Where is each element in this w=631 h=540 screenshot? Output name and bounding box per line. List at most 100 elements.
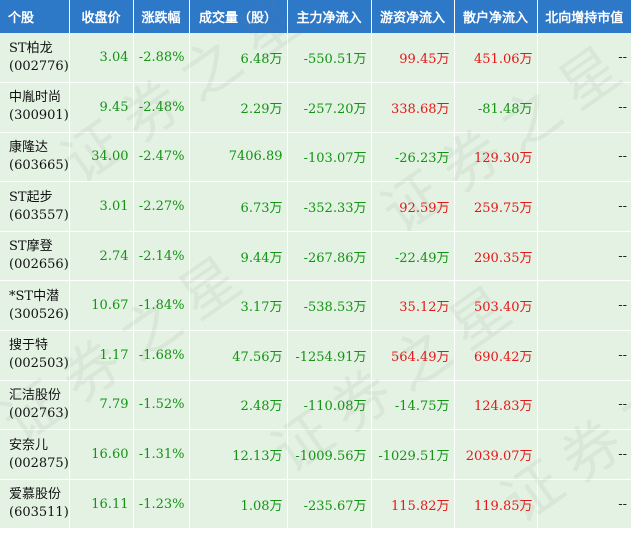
stock-name-cell[interactable]: ST摩登 (002656) xyxy=(0,231,70,282)
stock-name-cell[interactable]: 安奈儿 (002875) xyxy=(0,429,70,480)
retail-inflow-cell: 259.75万 xyxy=(454,181,538,232)
hot-money-cell: -22.49万 xyxy=(371,231,455,282)
retail-inflow-cell: 290.35万 xyxy=(454,231,538,282)
volume-cell: 1.08万 xyxy=(189,479,288,530)
hot-money-cell: 115.82万 xyxy=(371,479,455,530)
stock-name-cell[interactable]: 中胤时尚 (300901) xyxy=(0,82,70,133)
retail-inflow-cell: 503.40万 xyxy=(454,280,538,332)
table-row[interactable]: 爱慕股份 (603511) 16.11 -1.23% 1.08万 -235.67万 115.… xyxy=(0,479,631,530)
stock-name: 汇洁股份 xyxy=(9,387,62,403)
stock-name: ST柏龙 xyxy=(9,40,53,56)
change-pct-cell: -2.48% xyxy=(133,82,190,133)
stock-name: 中胤时尚 xyxy=(9,90,62,106)
northbound-cell: -- xyxy=(537,181,631,232)
fund-flow-table-panel: 个股 收盘价 涨跌幅 成交量（股） 主力净流入 游资净流入 散户净流入 北向增持… xyxy=(0,0,631,540)
change-pct-cell: -1.23% xyxy=(133,479,190,530)
table-row[interactable]: 汇洁股份 (002763) 7.79 -1.52% 2.48万 -110.08万 -14.7… xyxy=(0,380,631,431)
change-pct-cell: -2.27% xyxy=(133,181,190,232)
stock-code: (603511) xyxy=(9,505,69,521)
retail-inflow-cell: 451.06万 xyxy=(454,33,538,84)
main-inflow-cell: -103.07万 xyxy=(287,132,372,183)
hot-money-cell: -14.75万 xyxy=(371,380,455,431)
close-price-cell: 34.00 xyxy=(69,132,134,183)
table-row[interactable]: 搜于特 (002503) 1.17 -1.68% 47.56万 -1254.91万 564.… xyxy=(0,330,631,381)
retail-inflow-cell: 124.83万 xyxy=(454,380,538,431)
main-inflow-cell: -1009.56万 xyxy=(287,429,372,480)
change-pct-cell: -2.47% xyxy=(133,132,190,183)
hot-money-cell: 35.12万 xyxy=(371,280,455,332)
main-inflow-cell: -538.53万 xyxy=(287,280,372,332)
fund-flow-table: 个股 收盘价 涨跌幅 成交量（股） 主力净流入 游资净流入 散户净流入 北向增持… xyxy=(0,0,631,530)
header-hot-money-inflow[interactable]: 游资净流入 xyxy=(371,0,455,33)
stock-name: 搜于特 xyxy=(9,338,49,354)
stock-name-cell[interactable]: *ST中潜 (300526) xyxy=(0,280,70,332)
volume-cell: 3.17万 xyxy=(189,280,288,332)
stock-code: (002776) xyxy=(9,58,69,74)
table-row[interactable]: 中胤时尚 (300901) 9.45 -2.48% 2.29万 -257.20万 338.6… xyxy=(0,82,631,133)
table-row[interactable]: 安奈儿 (002875) 16.60 -1.31% 12.13万 -1009.56万 -10… xyxy=(0,429,631,480)
stock-name-cell[interactable]: 爱慕股份 (603511) xyxy=(0,479,70,530)
header-volume[interactable]: 成交量（股） xyxy=(189,0,288,33)
close-price-cell: 7.79 xyxy=(69,380,134,431)
stock-code: (603557) xyxy=(9,207,69,223)
header-close-price[interactable]: 收盘价 xyxy=(69,0,134,33)
retail-inflow-cell: 2039.07万 xyxy=(454,429,538,480)
change-pct-cell: -1.68% xyxy=(133,330,190,381)
northbound-cell: -- xyxy=(537,330,631,381)
volume-cell: 2.29万 xyxy=(189,82,288,133)
stock-name-cell[interactable]: ST起步 (603557) xyxy=(0,181,70,232)
close-price-cell: 10.67 xyxy=(69,280,134,332)
change-pct-cell: -2.88% xyxy=(133,33,190,84)
stock-name: 爱慕股份 xyxy=(9,487,62,503)
main-inflow-cell: -352.33万 xyxy=(287,181,372,232)
table-row[interactable]: ST起步 (603557) 3.01 -2.27% 6.73万 -352.33万 92.59… xyxy=(0,181,631,232)
hot-money-cell: 338.68万 xyxy=(371,82,455,133)
volume-cell: 47.56万 xyxy=(189,330,288,381)
change-pct-cell: -1.84% xyxy=(133,280,190,332)
main-inflow-cell: -267.86万 xyxy=(287,231,372,282)
stock-name-cell[interactable]: 搜于特 (002503) xyxy=(0,330,70,381)
header-retail-inflow[interactable]: 散户净流入 xyxy=(454,0,538,33)
stock-name: 安奈儿 xyxy=(9,437,49,453)
northbound-cell: -- xyxy=(537,82,631,133)
volume-cell: 2.48万 xyxy=(189,380,288,431)
main-inflow-cell: -110.08万 xyxy=(287,380,372,431)
retail-inflow-cell: 119.85万 xyxy=(454,479,538,530)
stock-name-cell[interactable]: 汇洁股份 (002763) xyxy=(0,380,70,431)
retail-inflow-cell: 690.42万 xyxy=(454,330,538,381)
retail-inflow-cell: -81.48万 xyxy=(454,82,538,133)
stock-code: (300526) xyxy=(9,306,69,322)
stock-name: 康隆达 xyxy=(9,139,49,155)
hot-money-cell: -1029.51万 xyxy=(371,429,455,480)
close-price-cell: 16.11 xyxy=(69,479,134,530)
table-row[interactable]: ST摩登 (002656) 2.74 -2.14% 9.44万 -267.86万 -22.4… xyxy=(0,231,631,282)
header-main-inflow[interactable]: 主力净流入 xyxy=(287,0,372,33)
stock-code: (002503) xyxy=(9,356,69,372)
stock-code: (300901) xyxy=(9,108,69,124)
main-inflow-cell: -235.67万 xyxy=(287,479,372,530)
header-change-pct[interactable]: 涨跌幅 xyxy=(133,0,190,33)
stock-name-cell[interactable]: ST柏龙 (002776) xyxy=(0,33,70,84)
stock-name-cell[interactable]: 康隆达 (603665) xyxy=(0,132,70,183)
close-price-cell: 2.74 xyxy=(69,231,134,282)
table-row[interactable]: *ST中潜 (300526) 10.67 -1.84% 3.17万 -538.53万 35.… xyxy=(0,280,631,332)
table-row[interactable]: ST柏龙 (002776) 3.04 -2.88% 6.48万 -550.51万 99.45… xyxy=(0,33,631,84)
volume-cell: 6.48万 xyxy=(189,33,288,84)
hot-money-cell: 99.45万 xyxy=(371,33,455,84)
close-price-cell: 3.01 xyxy=(69,181,134,232)
northbound-cell: -- xyxy=(537,132,631,183)
northbound-cell: -- xyxy=(537,231,631,282)
hot-money-cell: 564.49万 xyxy=(371,330,455,381)
main-inflow-cell: -257.20万 xyxy=(287,82,372,133)
volume-cell: 6.73万 xyxy=(189,181,288,232)
volume-cell: 7406.89 xyxy=(189,132,288,183)
retail-inflow-cell: 129.30万 xyxy=(454,132,538,183)
stock-code: (002763) xyxy=(9,405,69,421)
change-pct-cell: -1.52% xyxy=(133,380,190,431)
header-stock[interactable]: 个股 xyxy=(0,0,70,33)
table-row[interactable]: 康隆达 (603665) 34.00 -2.47% 7406.89 -103.07万 -26… xyxy=(0,132,631,183)
northbound-cell: -- xyxy=(537,479,631,530)
volume-cell: 12.13万 xyxy=(189,429,288,480)
header-northbound-value[interactable]: 北向增持市值 xyxy=(537,0,631,33)
stock-code: (002875) xyxy=(9,455,69,471)
